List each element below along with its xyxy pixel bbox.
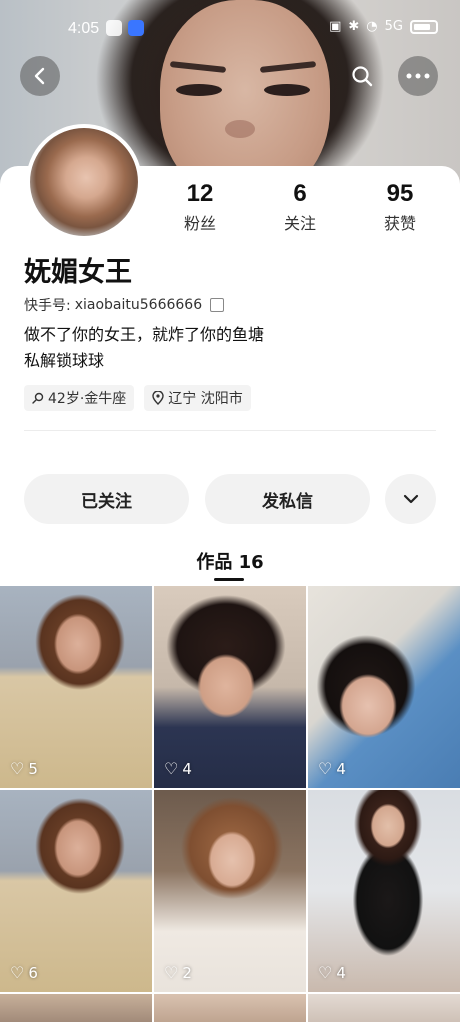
video-thumbnail[interactable]: ♡ 5 bbox=[0, 586, 152, 788]
send-message-button[interactable]: 发私信 bbox=[205, 474, 370, 524]
battery-icon bbox=[410, 19, 438, 34]
search-button[interactable] bbox=[342, 56, 382, 96]
heart-icon: ♡ bbox=[10, 759, 25, 778]
search-icon bbox=[352, 66, 373, 87]
heart-icon: ♡ bbox=[164, 759, 179, 778]
tab-works[interactable]: 作品 16 bbox=[0, 548, 460, 574]
video-thumbnail[interactable]: ♡ 4 bbox=[154, 586, 306, 788]
chevron-down-icon bbox=[403, 494, 418, 504]
stat-value: 12 bbox=[186, 180, 214, 207]
stat-label: 关注 bbox=[283, 214, 316, 233]
likes-count: ♡ 4 bbox=[164, 759, 192, 778]
age-tag: 42岁·金牛座 bbox=[24, 385, 135, 411]
age-tag-text: 42岁·金牛座 bbox=[48, 391, 127, 407]
stat-value: 6 bbox=[293, 180, 307, 207]
location-pin-icon bbox=[152, 391, 164, 405]
likes-count: ♡ 6 bbox=[10, 963, 38, 982]
user-id-row: 快手号: xiaobaitu5666666 bbox=[24, 295, 225, 315]
gender-icon bbox=[32, 392, 44, 404]
location-tag: 辽宁 沈阳市 bbox=[144, 385, 251, 411]
followed-button[interactable]: 已关注 bbox=[24, 474, 189, 524]
user-id-value: xiaobaitu5666666 bbox=[74, 297, 203, 313]
likes-count: ♡ 4 bbox=[318, 759, 346, 778]
video-thumbnail[interactable]: ♡ 2 bbox=[154, 790, 306, 992]
back-button[interactable] bbox=[20, 56, 60, 96]
video-thumbnail[interactable] bbox=[0, 994, 152, 1022]
stat-label: 粉丝 bbox=[183, 214, 216, 233]
profile-actions: 已关注 发私信 bbox=[24, 474, 436, 526]
wechat-icon bbox=[106, 20, 122, 36]
likes-count: ♡ 2 bbox=[164, 963, 192, 982]
more-button[interactable] bbox=[398, 56, 438, 96]
tab-underline bbox=[214, 578, 244, 581]
user-id-label: 快手号: bbox=[24, 298, 71, 314]
app-notification-icon bbox=[128, 20, 144, 36]
heart-icon: ♡ bbox=[318, 963, 333, 982]
more-actions-button[interactable] bbox=[385, 474, 436, 524]
heart-icon: ♡ bbox=[318, 759, 333, 778]
profile-tags: 42岁·金牛座 辽宁 沈阳市 bbox=[24, 385, 251, 411]
video-thumbnail[interactable]: ♡ 6 bbox=[0, 790, 152, 992]
status-time: 4:05 bbox=[68, 20, 100, 37]
wifi-icon: ◔ bbox=[366, 19, 378, 34]
signal-icon: 5G bbox=[384, 19, 403, 34]
likes-count: ♡ 4 bbox=[318, 963, 346, 982]
bio-line: 做不了你的女王，就炸了你的鱼塘 bbox=[24, 325, 265, 344]
bluetooth-icon: ✱ bbox=[348, 19, 360, 34]
more-dots-icon bbox=[406, 73, 430, 79]
stat-likes[interactable]: 95 获赞 bbox=[350, 180, 450, 234]
copy-icon[interactable] bbox=[210, 298, 225, 312]
stat-followers[interactable]: 12 粉丝 bbox=[150, 180, 250, 234]
stat-value: 95 bbox=[386, 180, 414, 207]
heart-icon: ♡ bbox=[164, 963, 179, 982]
location-tag-text: 辽宁 沈阳市 bbox=[168, 391, 243, 407]
video-thumbnail[interactable]: ♡ 4 bbox=[308, 790, 460, 992]
nfc-icon: ▣ bbox=[329, 19, 342, 34]
status-bar: 4:05 ▣ ✱ ◔ 5G bbox=[0, 0, 460, 52]
profile-stats: 12 粉丝 6 关注 95 获赞 bbox=[150, 180, 450, 234]
bio-line: 私解锁球球 bbox=[24, 351, 105, 370]
status-notification-icons bbox=[106, 20, 144, 36]
chevron-left-icon bbox=[34, 67, 45, 85]
works-grid: ♡ 5 ♡ 4 ♡ 4 ♡ 6 ♡ 2 ♡ 4 bbox=[0, 586, 460, 1022]
video-thumbnail[interactable] bbox=[154, 994, 306, 1022]
stat-following[interactable]: 6 关注 bbox=[250, 180, 350, 234]
profile-bio: 做不了你的女王，就炸了你的鱼塘 私解锁球球 bbox=[24, 322, 264, 374]
avatar[interactable] bbox=[26, 124, 142, 240]
video-thumbnail[interactable]: ♡ 4 bbox=[308, 586, 460, 788]
status-right-icons: ▣ ✱ ◔ 5G bbox=[329, 19, 438, 34]
likes-count: ♡ 5 bbox=[10, 759, 38, 778]
stat-label: 获赞 bbox=[383, 214, 416, 233]
video-thumbnail[interactable] bbox=[308, 994, 460, 1022]
profile-name: 妩媚女王 bbox=[24, 257, 132, 288]
heart-icon: ♡ bbox=[10, 963, 25, 982]
divider bbox=[24, 430, 436, 431]
